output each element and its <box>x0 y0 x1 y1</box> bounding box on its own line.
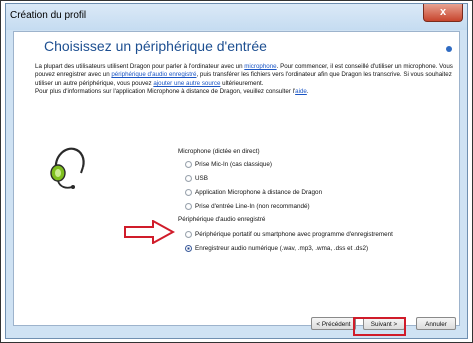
radio-line-in[interactable] <box>185 202 192 210</box>
radio-remote-mic[interactable] <box>185 188 192 196</box>
intro-text-part: ultérieurement. <box>220 79 264 87</box>
intro-text-part: Pour plus d'informations sur l'applicati… <box>35 88 296 96</box>
help-icon[interactable] <box>446 46 452 52</box>
next-button-highlight <box>353 317 406 336</box>
intro-paragraph-2: Pour plus d'informations sur l'applicati… <box>35 88 455 96</box>
option-mic-in-label: Prise Mic-In (cas classique) <box>195 160 272 168</box>
page-title: Choisissez un périphérique d'entrée <box>44 38 267 54</box>
radio-portable-device[interactable] <box>185 230 192 238</box>
option-line-in-label: Prise d'entrée Line-In (non recommandé) <box>195 202 310 210</box>
red-arrow-icon <box>124 220 175 244</box>
window-title: Création du profil <box>10 10 87 21</box>
radio-mic-in[interactable] <box>185 160 192 168</box>
previous-button[interactable]: < Précédent <box>311 317 356 330</box>
close-button[interactable]: x <box>423 4 463 22</box>
recorder-link[interactable]: périphérique d'audio enregistré <box>111 71 196 78</box>
recorded-group-label: Périphérique d'audio enregistré <box>178 216 266 223</box>
intro-text-part: La plupart des utilisateurs utilisent Dr… <box>35 63 245 70</box>
option-usb-label: USB <box>195 174 208 182</box>
option-usb[interactable]: USB <box>185 173 208 183</box>
profile-creation-window: Création du profil x Choisissez un périp… <box>5 3 468 339</box>
option-digital-recorder[interactable]: Enregistreur audio numérique (.wav, .mp3… <box>185 243 368 253</box>
option-line-in[interactable]: Prise d'entrée Line-In (non recommandé) <box>185 201 310 211</box>
microphone-link[interactable]: microphone <box>244 63 276 70</box>
option-remote-mic[interactable]: Application Microphone à distance de Dra… <box>185 187 322 197</box>
microphone-group-label: Microphone (dictée en direct) <box>178 148 260 155</box>
option-remote-mic-label: Application Microphone à distance de Dra… <box>195 188 323 196</box>
option-portable-device-label: Périphérique portatif ou smartphone avec… <box>195 230 393 238</box>
cancel-button[interactable]: Annuler <box>416 317 456 330</box>
radio-usb[interactable] <box>185 174 192 182</box>
intro-text: La plupart des utilisateurs utilisent Dr… <box>35 63 455 97</box>
title-bar[interactable]: Création du profil x <box>6 4 467 30</box>
headset-icon <box>50 147 85 189</box>
wizard-content: Choisissez un périphérique d'entrée La p… <box>13 31 460 330</box>
radio-digital-recorder[interactable] <box>185 244 192 252</box>
option-mic-in[interactable]: Prise Mic-In (cas classique) <box>185 159 272 169</box>
help-link[interactable]: aide <box>295 88 307 95</box>
add-source-link[interactable]: ajouter une autre source <box>153 80 220 87</box>
intro-paragraph-1: La plupart des utilisateurs utilisent Dr… <box>35 63 455 88</box>
option-portable-device[interactable]: Périphérique portatif ou smartphone avec… <box>185 229 393 239</box>
option-digital-recorder-label: Enregistreur audio numérique (.wav, .mp3… <box>195 244 369 252</box>
intro-text-part: . <box>306 88 309 96</box>
